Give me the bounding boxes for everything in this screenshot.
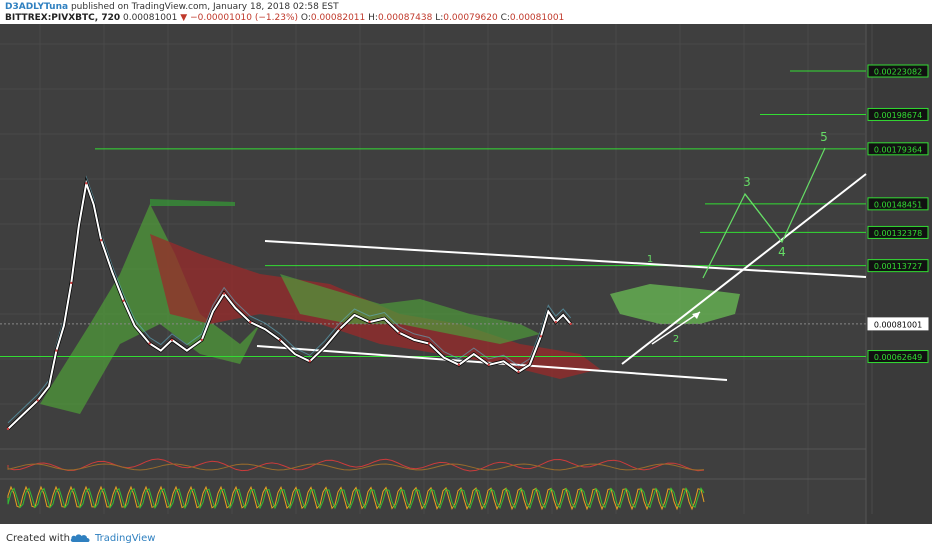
price-point xyxy=(70,281,73,285)
price-point xyxy=(85,182,88,185)
exchange-symbol: BITTREX:PIVXBTC, 720 xyxy=(5,13,121,23)
price-point xyxy=(148,342,151,345)
price-point xyxy=(368,320,371,324)
down-arrow-icon: ▼ xyxy=(180,13,188,23)
low-value: 0.00079620 xyxy=(443,13,498,23)
price-point xyxy=(398,331,401,334)
high-label: H: xyxy=(368,13,378,23)
chart-footer: Created with TradingView xyxy=(0,528,932,550)
price-axis-label: 0.00148451 xyxy=(874,200,922,209)
price-point xyxy=(517,370,520,374)
price-point xyxy=(338,328,341,331)
wave-label: 1 xyxy=(647,254,653,265)
price-point xyxy=(6,427,10,431)
wave-label: 3 xyxy=(743,175,751,189)
wave-label: 5 xyxy=(820,130,828,144)
price-axis-label: 0.00113727 xyxy=(874,262,922,271)
open-value: 0.00082011 xyxy=(310,13,366,23)
tradingview-logo-icon xyxy=(70,534,90,542)
price-point xyxy=(55,349,58,352)
price-axis-label: 0.00179364 xyxy=(874,145,922,154)
price-point xyxy=(539,335,543,338)
publish-line: D3ADLYTuna published on TradingView.com,… xyxy=(5,2,339,12)
price-point xyxy=(569,322,572,326)
price-point xyxy=(457,363,461,367)
price-axis-label: 0.00223082 xyxy=(874,68,922,77)
price-point xyxy=(170,338,174,342)
price-point xyxy=(36,399,40,402)
close-label: C: xyxy=(500,13,510,23)
wave-label: 2 xyxy=(673,334,679,345)
created-with-label: Created with xyxy=(6,533,70,544)
price-point xyxy=(222,292,226,295)
wave-label: 4 xyxy=(778,245,786,259)
price-point xyxy=(249,320,252,324)
tradingview-link[interactable]: TradingView xyxy=(95,533,155,544)
author-link[interactable]: D3ADLYTuna xyxy=(5,2,68,12)
price-point xyxy=(427,342,431,345)
price-point xyxy=(99,239,103,242)
price-chart[interactable]: 0.00223082 0.00198674 0.00179364 0.00148451… xyxy=(0,24,932,524)
price-point xyxy=(122,299,125,302)
price-point xyxy=(487,363,490,367)
price-axis-panel xyxy=(866,24,932,524)
open-label: O: xyxy=(300,13,311,23)
last-price: 0.00081001 xyxy=(122,13,178,23)
price-change: −0.00001010 (−1.23%) xyxy=(190,13,299,23)
close-value: 0.00081001 xyxy=(509,13,565,23)
price-axis-label: 0.00198674 xyxy=(874,111,922,120)
price-axis-label: 0.00132378 xyxy=(874,229,922,238)
published-text: published on TradingView.com, January 18… xyxy=(70,2,339,12)
chart-header: D3ADLYTuna published on TradingView.com,… xyxy=(0,0,932,24)
price-axis-label: 0.00062649 xyxy=(874,353,922,362)
symbol-line: BITTREX:PIVXBTC, 720 0.00081001 ▼ −0.000… xyxy=(5,13,564,23)
price-point xyxy=(308,360,312,363)
price-point xyxy=(554,320,557,324)
price-point xyxy=(200,338,203,342)
price-point xyxy=(278,338,282,342)
price-axis-label: 0.00081001 xyxy=(874,320,922,329)
high-value: 0.00087438 xyxy=(377,13,433,23)
